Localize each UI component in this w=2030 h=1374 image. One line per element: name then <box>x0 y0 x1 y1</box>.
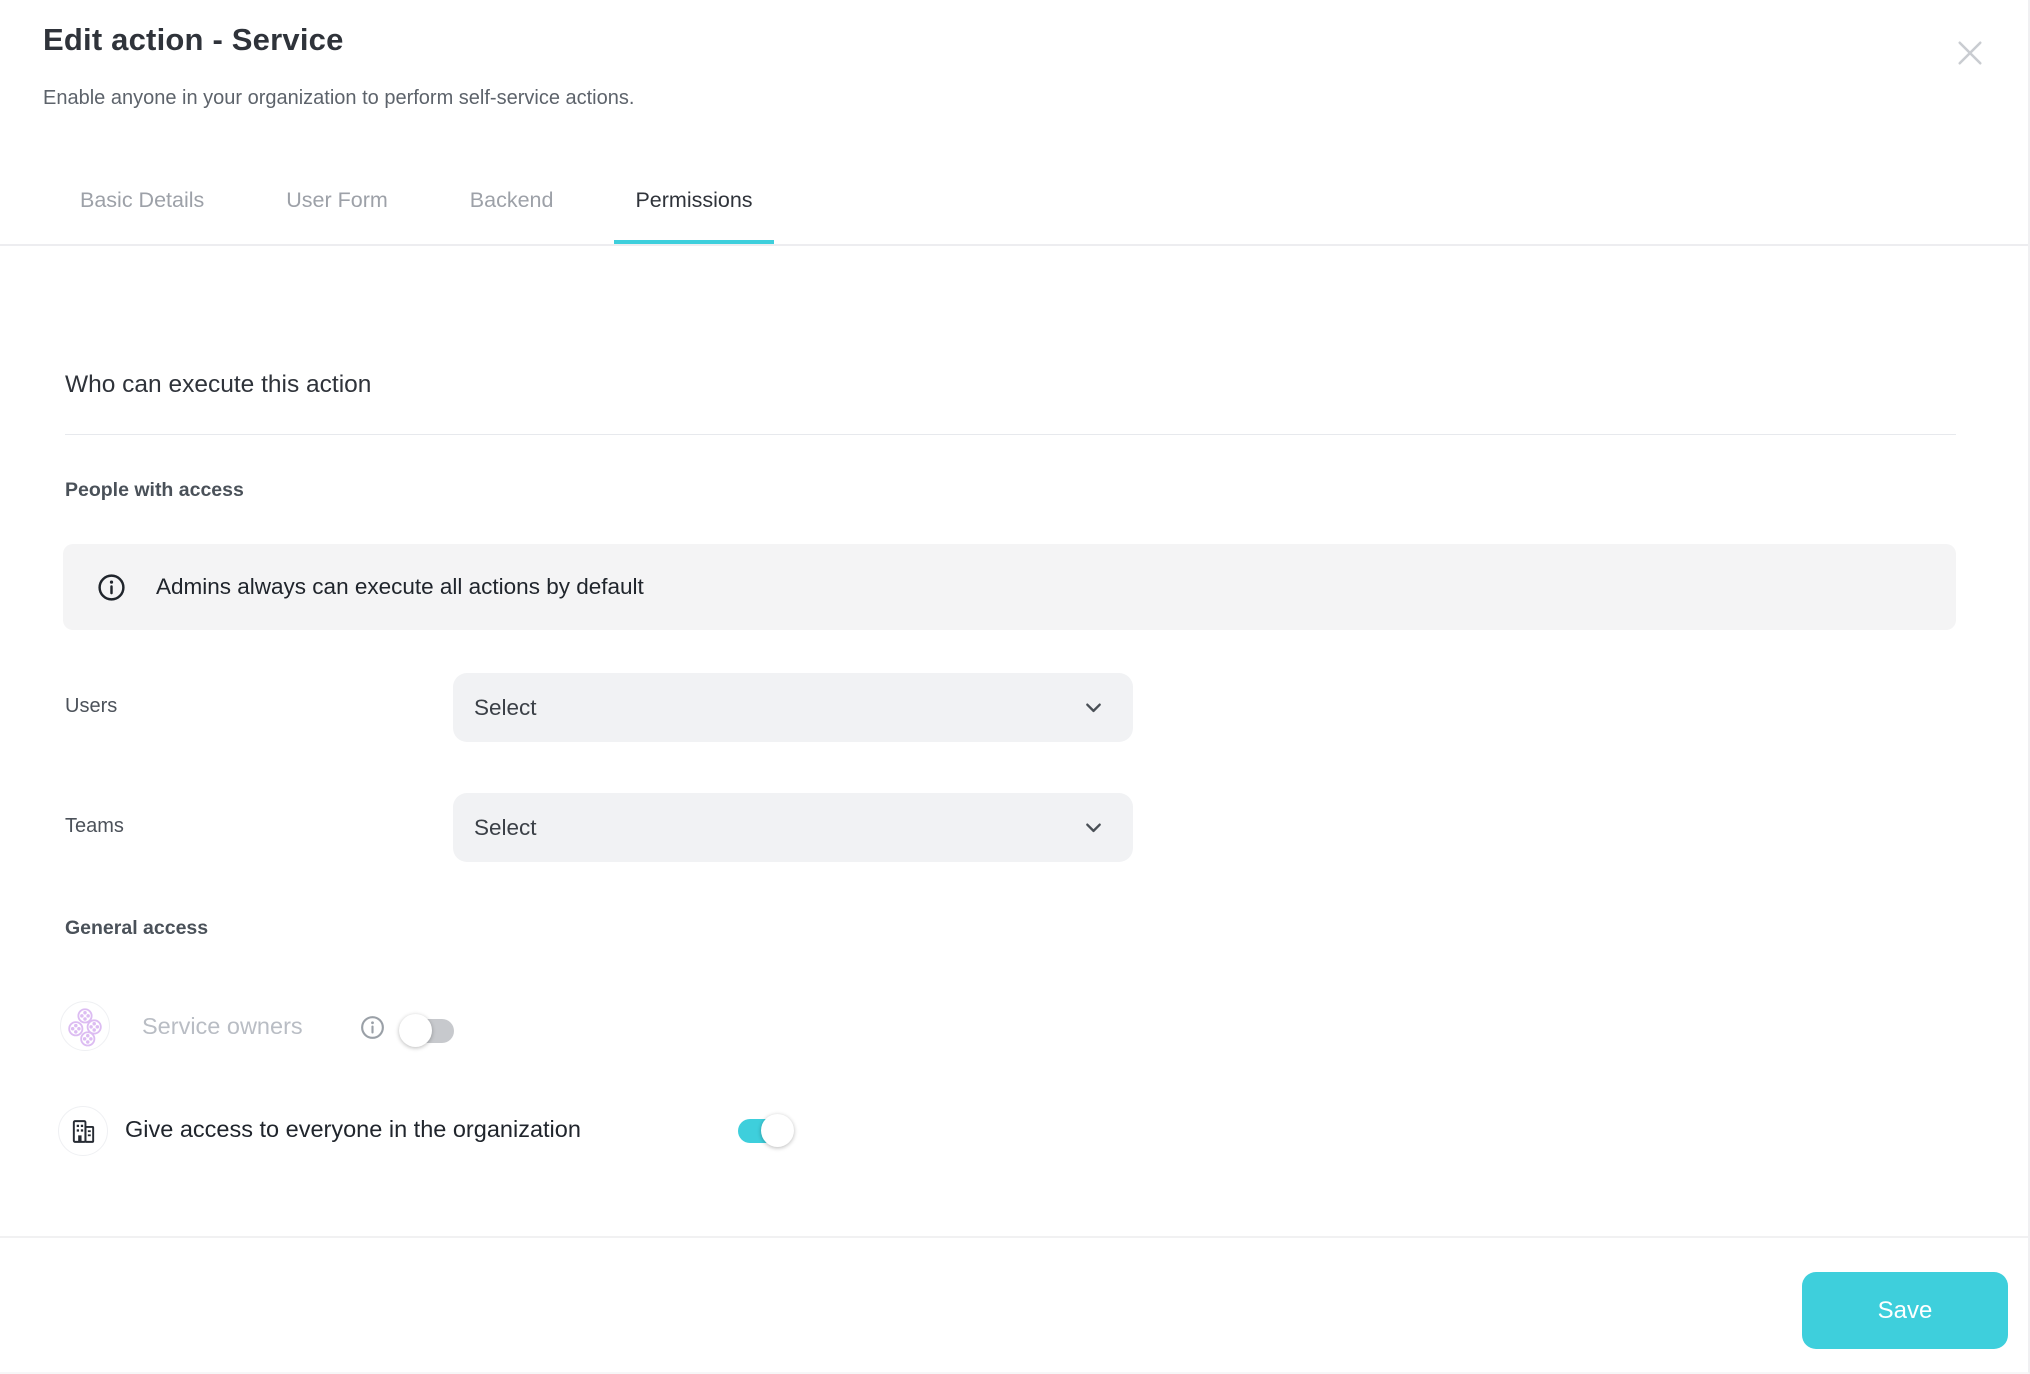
tab-basic-details[interactable]: Basic Details <box>59 160 225 244</box>
organization-building-icon <box>69 1117 98 1146</box>
give-access-everyone-label: Give access to everyone in the organizat… <box>125 1116 581 1143</box>
footer-divider <box>0 1236 2028 1238</box>
tab-permissions[interactable]: Permissions <box>614 160 773 244</box>
service-owners-avatar <box>60 1001 110 1051</box>
close-button[interactable] <box>1944 27 1996 79</box>
give-access-everyone-toggle[interactable] <box>738 1112 794 1150</box>
people-with-access-heading: People with access <box>65 479 244 502</box>
service-owners-info-icon[interactable] <box>359 1014 386 1041</box>
service-owners-toggle[interactable] <box>399 1012 455 1050</box>
users-select[interactable]: Select <box>453 673 1133 742</box>
tab-bar: Basic Details User Form Backend Permissi… <box>0 160 2028 246</box>
tab-user-form[interactable]: User Form <box>265 160 409 244</box>
info-icon <box>96 572 127 603</box>
general-access-heading: General access <box>65 917 208 940</box>
users-select-value: Select <box>474 695 537 721</box>
toggle-knob <box>761 1114 794 1147</box>
section-divider <box>65 434 1956 435</box>
page-subtitle: Enable anyone in your organization to pe… <box>43 87 634 110</box>
close-icon <box>1951 34 1989 72</box>
chevron-down-icon <box>1080 814 1107 841</box>
admins-info-text: Admins always can execute all actions by… <box>156 574 644 600</box>
chevron-down-icon <box>1080 694 1107 721</box>
teams-select[interactable]: Select <box>453 793 1133 862</box>
section-title: Who can execute this action <box>65 371 371 399</box>
tab-backend[interactable]: Backend <box>449 160 575 244</box>
admins-info-banner: Admins always can execute all actions by… <box>63 544 1956 630</box>
users-label: Users <box>65 695 117 718</box>
service-owners-cluster-icon <box>62 1003 108 1049</box>
edit-action-modal: Edit action - Service Enable anyone in y… <box>0 0 2030 1374</box>
toggle-knob <box>399 1014 432 1047</box>
teams-label: Teams <box>65 815 124 838</box>
save-button[interactable]: Save <box>1802 1272 2008 1349</box>
service-owners-label: Service owners <box>142 1013 303 1040</box>
organization-avatar <box>58 1106 108 1156</box>
page-title: Edit action - Service <box>43 22 344 58</box>
teams-select-value: Select <box>474 815 537 841</box>
